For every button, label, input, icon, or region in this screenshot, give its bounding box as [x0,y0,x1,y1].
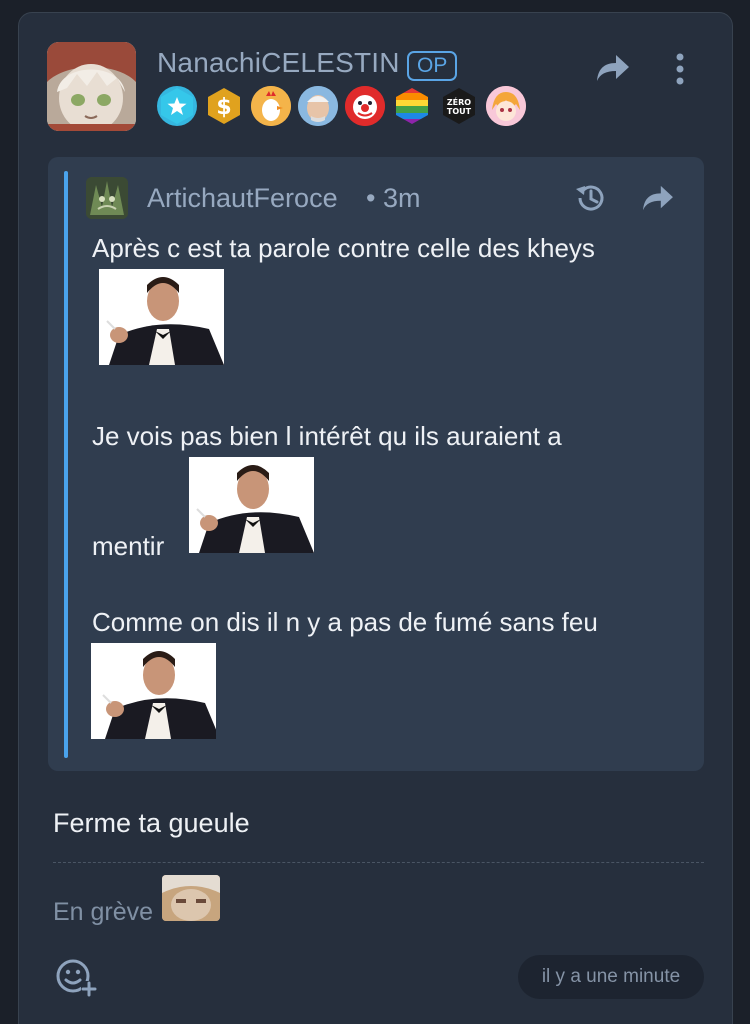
svg-text:ZÉRO: ZÉRO [447,96,471,107]
tuxedo-man-sticker [91,643,216,739]
star-badge-icon [157,86,197,126]
harold-badge-icon [298,86,338,126]
svg-text:TOUT: TOUT [447,107,472,116]
svg-text:$: $ [216,95,231,120]
quoted-message[interactable]: ArtichautFeroce • 3m Après c est ta paro… [48,157,704,771]
signature-sticker [162,875,220,921]
quote-line: Comme on dis il n y a pas de fumé sans f… [92,607,598,637]
chicken-badge-icon [251,86,291,126]
zero-tout-badge-icon: ZÉRO TOUT [439,86,479,126]
tuxedo-man-sticker [99,269,224,365]
post-timestamp: il y a une minute [518,955,704,999]
rainbow-badge-icon [392,86,432,126]
anime-girl-badge-icon [486,86,526,126]
quote-line: Je vois pas bien l intérêt qu ils auraie… [92,421,562,451]
clown-badge-icon [345,86,385,126]
op-badge: OP [407,51,458,81]
share-icon[interactable] [593,51,633,85]
more-options-icon[interactable] [667,49,693,89]
post-card: NanachiCELESTIN OP $ ZÉRO TOUT Artichaut… [18,12,733,1024]
tuxedo-man-sticker [189,457,314,553]
quote-line: Après c est ta parole contre celle des k… [92,233,595,263]
quote-line: mentir [92,531,165,561]
quote-bar [64,171,68,758]
quote-timestamp: • 3m [366,183,421,213]
quote-share-icon[interactable] [640,181,676,215]
signature-text: En grève [53,898,154,926]
signature-divider [53,862,704,863]
quote-author-avatar[interactable] [86,177,128,219]
quote-author-name[interactable]: ArtichautFeroce [147,183,338,214]
add-reaction-icon[interactable] [53,957,99,997]
badge-row: $ ZÉRO TOUT [157,86,526,126]
post-text: Ferme ta gueule [53,808,250,838]
dollar-badge-icon: $ [204,86,244,126]
author-avatar[interactable] [47,42,136,131]
author-name[interactable]: NanachiCELESTIN [157,47,400,79]
history-icon[interactable] [572,179,610,217]
